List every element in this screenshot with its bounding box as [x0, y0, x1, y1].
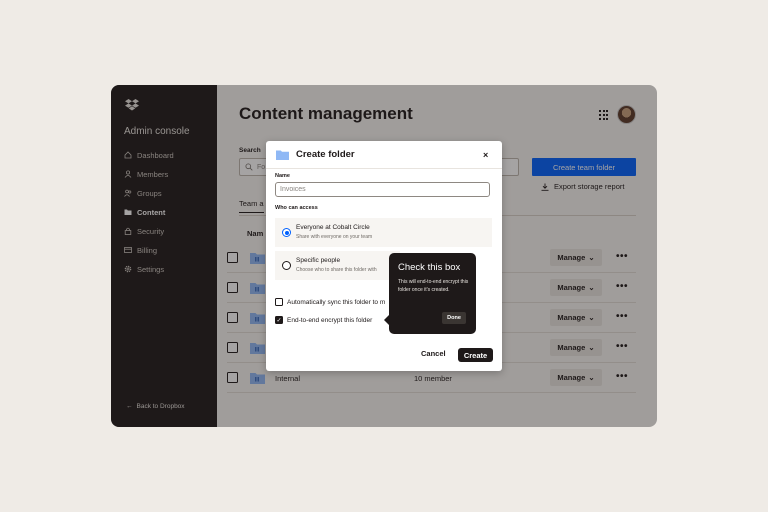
encrypt-tooltip: Check this box This will end-to-end encr…	[384, 253, 476, 334]
option-specific-people[interactable]: Specific people Choose who to share this…	[275, 251, 400, 280]
name-label: Name	[275, 173, 290, 179]
encrypt-checkbox[interactable]: ✓	[275, 316, 283, 324]
dialog-header: Create folder	[276, 149, 355, 160]
radio-specific-people[interactable]	[282, 261, 291, 270]
divider	[266, 168, 502, 169]
sync-label: Automatically sync this folder to m	[287, 298, 386, 306]
option-everyone[interactable]: Everyone at Cobalt Circle Share with eve…	[275, 218, 492, 247]
sync-checkbox[interactable]	[275, 298, 283, 306]
access-label: Who can access	[275, 205, 318, 211]
folder-name-input[interactable]	[275, 182, 490, 197]
create-button[interactable]: Create	[458, 348, 493, 362]
radio-everyone[interactable]	[282, 228, 291, 237]
option-description: Share with everyone on your team	[296, 234, 373, 240]
tooltip-body: This will end-to-end encrypt this folder…	[398, 279, 469, 293]
option-title: Specific people	[296, 257, 341, 264]
encrypt-label: End-to-end encrypt this folder	[287, 316, 373, 324]
tooltip-title: Check this box	[398, 262, 461, 273]
option-title: Everyone at Cobalt Circle	[296, 224, 370, 231]
sync-folder-option[interactable]: Automatically sync this folder to m	[275, 298, 405, 306]
dialog-title: Create folder	[296, 149, 355, 160]
folder-icon	[276, 150, 289, 160]
option-description: Choose who to share this folder with	[296, 267, 377, 273]
encrypt-folder-option[interactable]: ✓ End-to-end encrypt this folder	[275, 316, 372, 324]
done-button[interactable]: Done	[442, 312, 466, 324]
close-icon[interactable]: ×	[483, 150, 488, 160]
cancel-button[interactable]: Cancel	[421, 349, 446, 358]
